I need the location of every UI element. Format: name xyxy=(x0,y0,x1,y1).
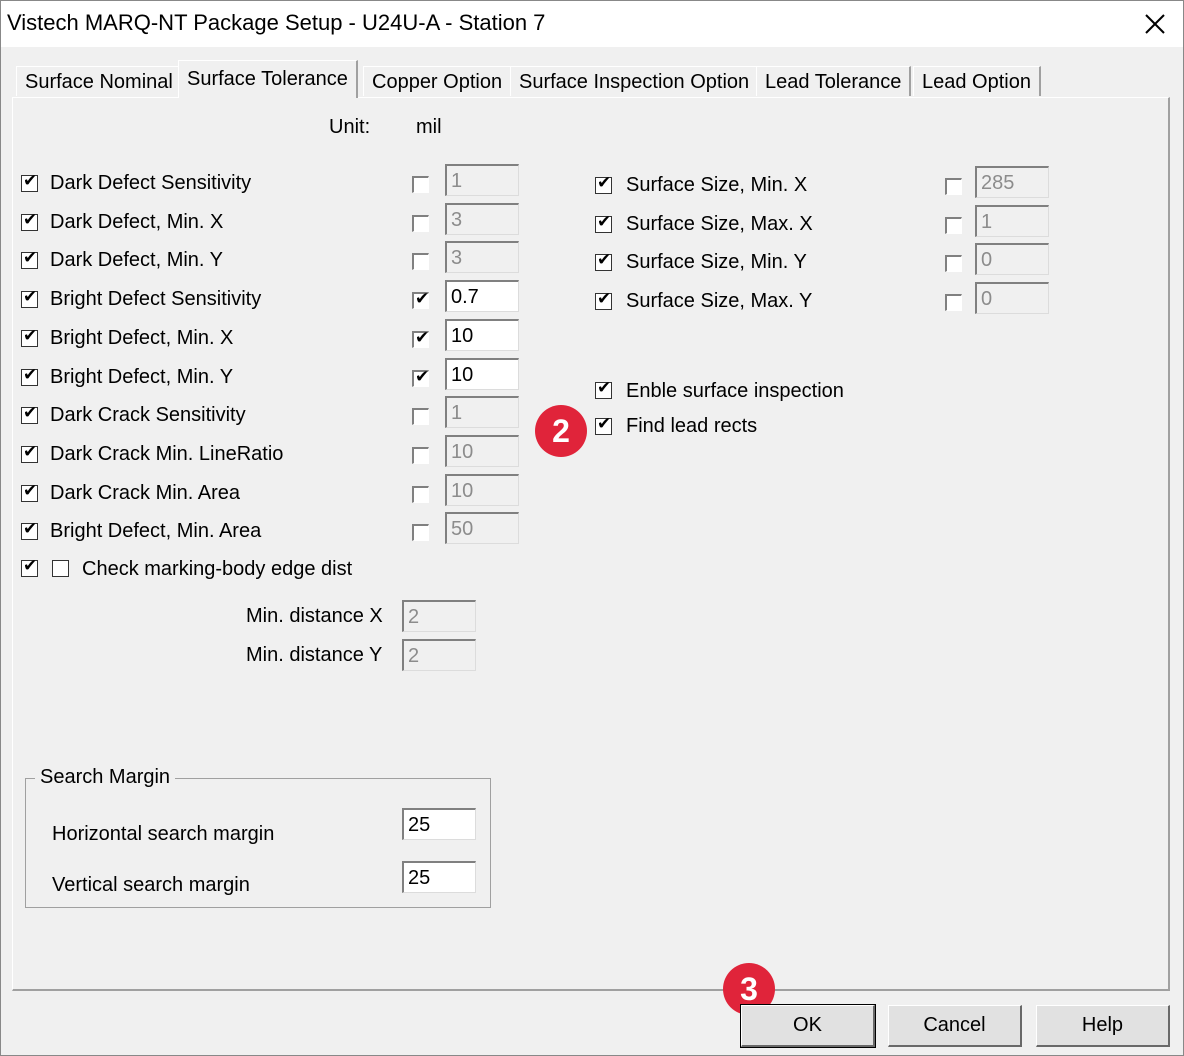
left-param-enable-checkbox[interactable] xyxy=(21,210,38,231)
right-param-value-field[interactable]: 0 xyxy=(975,281,1049,314)
search-margin-title: Search Margin xyxy=(35,766,176,789)
right-param-value-field[interactable]: 1 xyxy=(975,204,1049,237)
left-param-enable-checkbox[interactable] xyxy=(21,481,38,502)
window-title: Vistech MARQ-NT Package Setup - U24U-A -… xyxy=(7,10,546,35)
left-param-enable-checkbox[interactable] xyxy=(21,365,38,386)
min-distance-y-field[interactable]: 2 xyxy=(402,639,476,671)
check-marking-body-edge-label: Check marking-body edge dist xyxy=(82,558,353,580)
enable-surface-inspection-label: Enble surface inspection xyxy=(626,380,844,402)
left-param-value-field[interactable]: 3 xyxy=(445,241,519,274)
min-distance-x-field[interactable]: 2 xyxy=(402,600,476,632)
left-param-label: Bright Defect, Min. Area xyxy=(50,520,262,543)
tab-lead-tolerance[interactable]: Lead Tolerance xyxy=(756,66,912,96)
right-param-enable-checkbox[interactable] xyxy=(595,289,612,310)
left-param-override-checkbox[interactable] xyxy=(412,328,429,348)
left-param-label: Bright Defect, Min. Y xyxy=(50,365,234,388)
left-param-label: Dark Defect, Min. Y xyxy=(50,249,224,272)
marking-outer-checkbox[interactable] xyxy=(21,556,38,577)
left-param-value-field[interactable]: 3 xyxy=(445,202,519,235)
left-param-label: Bright Defect, Min. X xyxy=(50,326,234,349)
left-param-value-field[interactable]: 0.7 xyxy=(445,280,519,313)
cancel-button[interactable]: Cancel xyxy=(888,1005,1022,1047)
unit-label: Unit: xyxy=(329,116,371,138)
right-param-enable-checkbox[interactable] xyxy=(595,250,612,271)
left-param-value-field[interactable]: 10 xyxy=(445,357,519,390)
tab-lead-option[interactable]: Lead Option xyxy=(913,66,1041,96)
left-param-override-checkbox[interactable] xyxy=(412,367,429,387)
left-param-label: Dark Defect, Min. X xyxy=(50,210,224,233)
step-badge-2: 2 xyxy=(535,405,587,457)
left-param-enable-checkbox[interactable] xyxy=(21,326,38,347)
enable-surface-inspection-checkbox[interactable] xyxy=(595,378,612,399)
horizontal-search-margin-label: Horizontal search margin xyxy=(52,823,275,845)
left-param-override-checkbox[interactable] xyxy=(412,446,429,464)
unit-value: mil xyxy=(416,116,442,138)
left-param-label: Dark Crack Min. LineRatio xyxy=(50,442,284,465)
tab-surface-inspection-option[interactable]: Surface Inspection Option xyxy=(510,66,760,96)
min-distance-x-label: Min. distance X xyxy=(246,605,383,627)
left-param-override-checkbox[interactable] xyxy=(412,253,429,271)
right-param-override-checkbox[interactable] xyxy=(945,178,962,195)
close-icon xyxy=(1145,14,1165,34)
left-param-label: Dark Crack Sensitivity xyxy=(50,404,246,427)
right-param-override-checkbox[interactable] xyxy=(945,255,962,272)
find-lead-rects-label: Find lead rects xyxy=(626,415,758,437)
tab-copper-option[interactable]: Copper Option xyxy=(363,66,513,96)
left-param-value-field[interactable]: 10 xyxy=(445,318,519,351)
vertical-search-margin-field[interactable]: 25 xyxy=(402,861,476,893)
left-param-enable-checkbox[interactable] xyxy=(21,248,38,270)
min-distance-y-label: Min. distance Y xyxy=(246,644,383,666)
ok-button[interactable]: OK xyxy=(740,1004,876,1048)
left-param-override-checkbox[interactable] xyxy=(412,214,429,232)
right-param-value-field[interactable]: 285 xyxy=(975,166,1049,198)
check-marking-body-edge-checkbox[interactable] xyxy=(52,560,69,577)
tab-surface-tolerance[interactable]: Surface Tolerance xyxy=(178,60,358,98)
right-param-value-field[interactable]: 0 xyxy=(975,243,1049,275)
find-lead-rects-checkbox[interactable] xyxy=(595,414,612,435)
right-param-enable-checkbox[interactable] xyxy=(595,212,612,233)
close-button[interactable] xyxy=(1127,1,1183,47)
left-param-value-field[interactable]: 10 xyxy=(445,434,519,467)
right-param-override-checkbox[interactable] xyxy=(945,293,962,311)
left-param-value-field[interactable]: 50 xyxy=(445,512,519,545)
right-param-enable-checkbox[interactable] xyxy=(595,173,612,194)
title-bar: Vistech MARQ-NT Package Setup - U24U-A -… xyxy=(1,1,1183,47)
right-param-label: Surface Size, Max. X xyxy=(626,212,813,235)
right-param-label: Surface Size, Min. Y xyxy=(626,251,807,273)
left-param-override-checkbox[interactable] xyxy=(412,408,429,426)
right-param-label: Surface Size, Max. Y xyxy=(626,289,813,312)
left-param-label: Bright Defect Sensitivity xyxy=(50,288,262,311)
left-param-enable-checkbox[interactable] xyxy=(21,171,38,192)
right-param-override-checkbox[interactable] xyxy=(945,216,962,234)
vertical-search-margin-label: Vertical search margin xyxy=(52,874,250,896)
left-param-override-checkbox[interactable] xyxy=(412,176,429,193)
left-param-value-field[interactable]: 1 xyxy=(445,164,519,196)
horizontal-search-margin-field[interactable]: 25 xyxy=(402,808,476,840)
left-param-label: Dark Defect Sensitivity xyxy=(50,172,252,194)
left-param-override-checkbox[interactable] xyxy=(412,524,429,542)
left-param-value-field[interactable]: 10 xyxy=(445,473,519,506)
left-param-override-checkbox[interactable] xyxy=(412,485,429,503)
left-param-enable-checkbox[interactable] xyxy=(21,519,38,541)
left-param-enable-checkbox[interactable] xyxy=(21,287,38,309)
left-param-override-checkbox[interactable] xyxy=(412,289,429,310)
right-param-label: Surface Size, Min. X xyxy=(626,174,808,196)
help-button[interactable]: Help xyxy=(1036,1005,1170,1047)
left-param-label: Dark Crack Min. Area xyxy=(50,481,241,504)
tab-surface-nominal[interactable]: Surface Nominal xyxy=(16,66,183,96)
left-param-enable-checkbox[interactable] xyxy=(21,442,38,463)
left-param-enable-checkbox[interactable] xyxy=(21,403,38,425)
left-param-value-field[interactable]: 1 xyxy=(445,396,519,429)
